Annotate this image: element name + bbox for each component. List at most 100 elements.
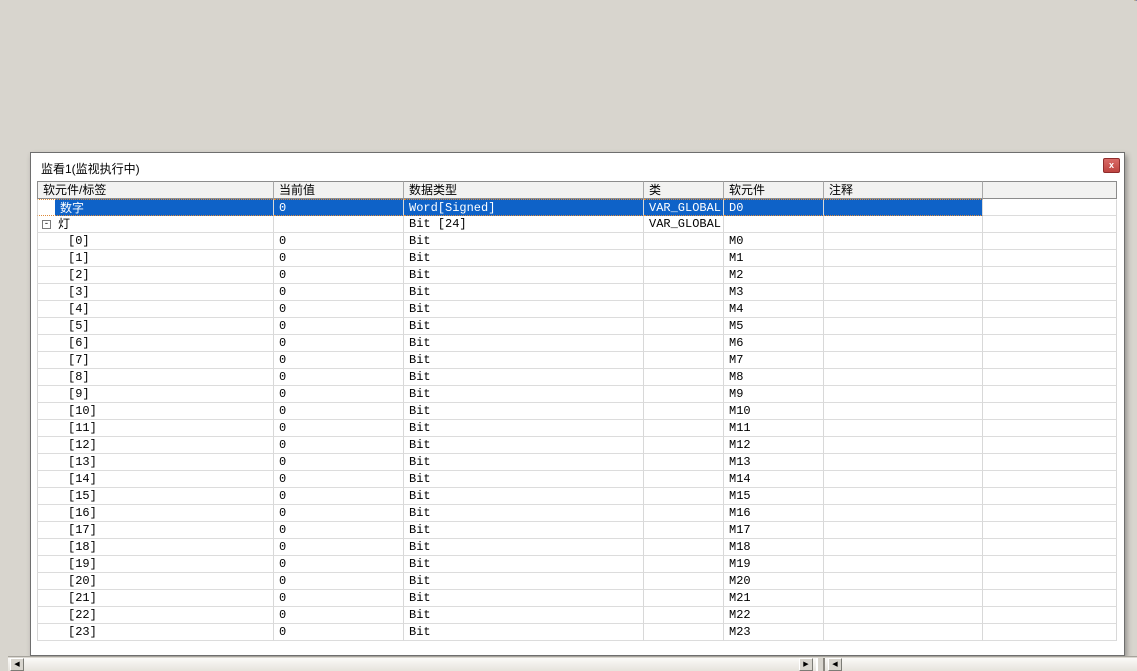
table-row[interactable]: [16]0BitM16: [37, 505, 1117, 522]
scroll-left-icon-monitor-pane[interactable]: ◀: [828, 658, 842, 671]
data-type-cell: Bit: [404, 539, 644, 556]
value-cell: 0: [274, 403, 404, 420]
table-row[interactable]: [10]0BitM10: [37, 403, 1117, 420]
filler-cell: [983, 471, 1117, 488]
class-cell: [644, 624, 724, 641]
table-row[interactable]: [4]0BitM4: [37, 301, 1117, 318]
column-header-filler[interactable]: [983, 181, 1117, 199]
comment-cell: [824, 369, 983, 386]
table-row[interactable]: -灯Bit [24]VAR_GLOBAL: [37, 216, 1117, 233]
device-cell: M2: [724, 267, 824, 284]
table-row[interactable]: [21]0BitM21: [37, 590, 1117, 607]
scroll-left-icon[interactable]: ◀: [10, 658, 24, 671]
value-cell: 0: [274, 607, 404, 624]
filler-cell: [983, 352, 1117, 369]
table-row[interactable]: [6]0BitM6: [37, 335, 1117, 352]
device-cell: M17: [724, 522, 824, 539]
device-cell: M12: [724, 437, 824, 454]
comment-cell: [824, 335, 983, 352]
comment-cell: [824, 505, 983, 522]
filler-cell: [983, 539, 1117, 556]
class-cell: [644, 471, 724, 488]
watch-table-header: 软元件/标签当前值数据类型类软元件注释: [37, 181, 1117, 199]
data-type-cell: Bit: [404, 522, 644, 539]
device-cell: [724, 216, 824, 233]
table-row[interactable]: [8]0BitM8: [37, 369, 1117, 386]
column-header[interactable]: 数据类型: [404, 181, 644, 199]
scrollbar-pane-splitter[interactable]: [816, 658, 825, 671]
value-cell: 0: [274, 250, 404, 267]
table-row[interactable]: [1]0BitM1: [37, 250, 1117, 267]
data-type-cell: Word[Signed]: [404, 199, 644, 216]
comment-cell: [824, 420, 983, 437]
table-row[interactable]: [14]0BitM14: [37, 471, 1117, 488]
table-row[interactable]: [2]0BitM2: [37, 267, 1117, 284]
comment-cell: [824, 556, 983, 573]
data-type-cell: Bit: [404, 267, 644, 284]
column-header[interactable]: 注释: [824, 181, 983, 199]
column-header[interactable]: 软元件/标签: [37, 181, 274, 199]
class-cell: [644, 335, 724, 352]
data-type-cell: Bit: [404, 590, 644, 607]
column-header[interactable]: 软元件: [724, 181, 824, 199]
table-row[interactable]: [7]0BitM7: [37, 352, 1117, 369]
watch-table: 软元件/标签当前值数据类型类软元件注释数字0Word[Signed]VAR_GL…: [37, 181, 1117, 650]
value-cell: [274, 216, 404, 233]
device-label-cell: [12]: [37, 437, 274, 454]
device-label-cell: [6]: [37, 335, 274, 352]
table-row[interactable]: [0]0BitM0: [37, 233, 1117, 250]
table-row[interactable]: [13]0BitM13: [37, 454, 1117, 471]
filler-cell: [983, 437, 1117, 454]
table-row[interactable]: [11]0BitM11: [37, 420, 1117, 437]
table-row[interactable]: 数字0Word[Signed]VAR_GLOBALD0: [37, 199, 1117, 216]
device-label-cell: [11]: [37, 420, 274, 437]
data-type-cell: Bit: [404, 471, 644, 488]
device-label-cell: [20]: [37, 573, 274, 590]
comment-cell: [824, 250, 983, 267]
table-row[interactable]: [20]0BitM20: [37, 573, 1117, 590]
column-header[interactable]: 类: [644, 181, 724, 199]
device-cell: M3: [724, 284, 824, 301]
device-label-cell: [13]: [37, 454, 274, 471]
device-label-cell: [15]: [37, 488, 274, 505]
table-row[interactable]: [12]0BitM12: [37, 437, 1117, 454]
device-label-cell: [3]: [37, 284, 274, 301]
collapse-icon[interactable]: -: [42, 220, 51, 229]
close-icon[interactable]: x: [1103, 158, 1120, 173]
table-row[interactable]: [19]0BitM19: [37, 556, 1117, 573]
data-type-cell: Bit: [404, 437, 644, 454]
class-cell: [644, 352, 724, 369]
comment-cell: [824, 573, 983, 590]
table-row[interactable]: [9]0BitM9: [37, 386, 1117, 403]
class-cell: [644, 590, 724, 607]
device-label-cell: [10]: [37, 403, 274, 420]
table-row[interactable]: [22]0BitM22: [37, 607, 1117, 624]
scroll-right-icon[interactable]: ▶: [799, 658, 813, 671]
device-cell: M4: [724, 301, 824, 318]
scrollbar-track[interactable]: [8, 658, 1137, 671]
class-cell: [644, 403, 724, 420]
table-row[interactable]: [3]0BitM3: [37, 284, 1117, 301]
table-row[interactable]: [17]0BitM17: [37, 522, 1117, 539]
class-cell: [644, 284, 724, 301]
device-label-cell: [18]: [37, 539, 274, 556]
device-cell: M19: [724, 556, 824, 573]
column-header[interactable]: 当前值: [274, 181, 404, 199]
data-type-cell: Bit: [404, 352, 644, 369]
device-cell: M21: [724, 590, 824, 607]
filler-cell: [983, 199, 1117, 216]
filler-cell: [983, 522, 1117, 539]
value-cell: 0: [274, 454, 404, 471]
class-cell: [644, 250, 724, 267]
class-cell: VAR_GLOBAL: [644, 216, 724, 233]
table-row[interactable]: [15]0BitM15: [37, 488, 1117, 505]
table-row[interactable]: [18]0BitM18: [37, 539, 1117, 556]
value-cell: 0: [274, 335, 404, 352]
filler-cell: [983, 505, 1117, 522]
value-cell: 0: [274, 556, 404, 573]
table-row[interactable]: [5]0BitM5: [37, 318, 1117, 335]
horizontal-scrollbar[interactable]: ◀ ▶ ◀: [8, 656, 1137, 671]
filler-cell: [983, 403, 1117, 420]
table-row[interactable]: [23]0BitM23: [37, 624, 1117, 641]
comment-cell: [824, 318, 983, 335]
